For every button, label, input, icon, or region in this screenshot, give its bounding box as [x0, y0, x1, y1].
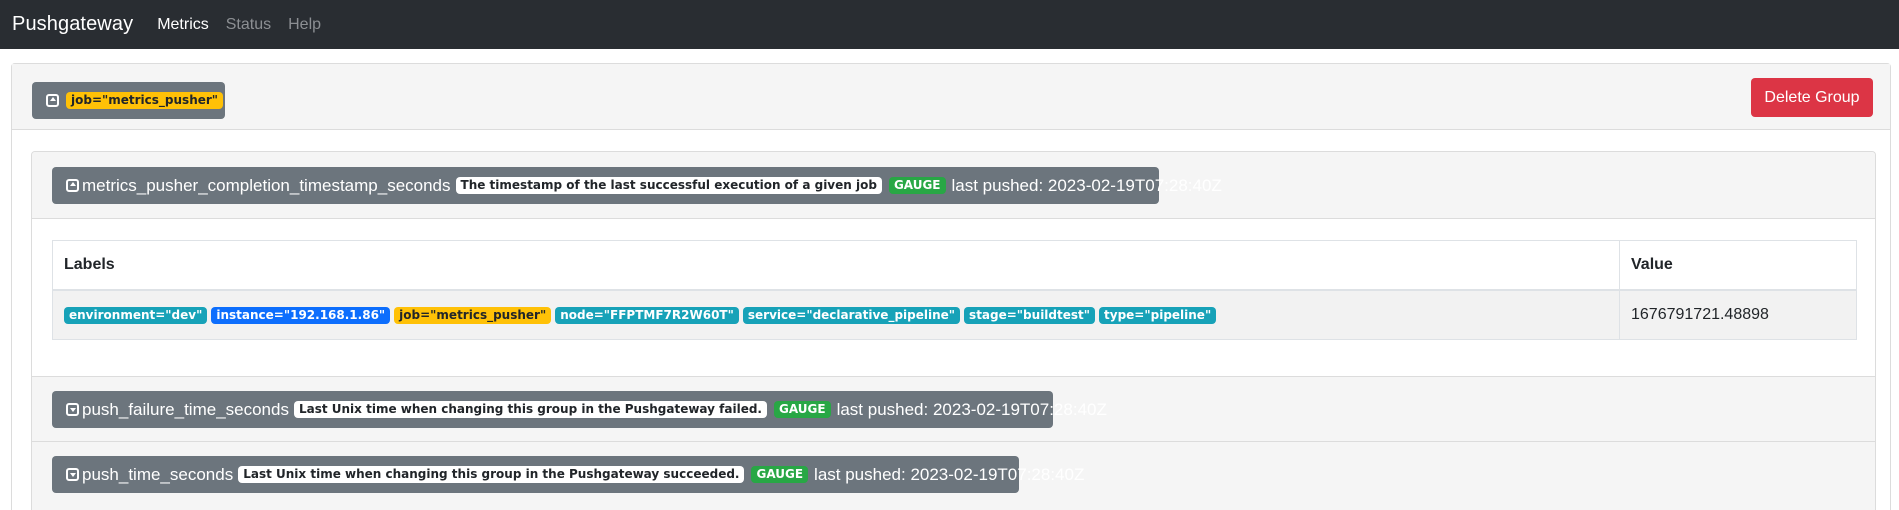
labels-column-header: Labels — [52, 240, 1620, 291]
label-badge-node: node="FFPTMF7R2W60T" — [555, 306, 739, 324]
last-pushed: last pushed: 2023-02-19T07:28:40Z — [951, 175, 1222, 195]
metric-header: push_time_seconds Last Unix time when ch… — [32, 442, 1875, 510]
metric-type-badge: GAUGE — [888, 177, 946, 194]
label-badge-instance: instance="192.168.1.86" — [211, 306, 391, 324]
job-label-badge: job="metrics_pusher" — [66, 92, 224, 109]
last-pushed: last pushed: 2023-02-19T07:28:40Z — [836, 399, 1107, 419]
metric-name: push_time_seconds — [82, 464, 234, 484]
metric-type-badge: GAUGE — [751, 466, 809, 483]
value-cell: 1676791721.48898 — [1619, 289, 1857, 340]
metric-help-badge: The timestamp of the last successful exe… — [455, 177, 882, 194]
nav-status[interactable]: Status — [226, 16, 271, 34]
samples-table: Labels Value environment="dev" instance="… — [52, 240, 1857, 340]
navbar: Pushgateway Metrics Status Help — [0, 0, 1899, 49]
label-badge-job: job="metrics_pusher" — [394, 306, 552, 324]
nav-metrics[interactable]: Metrics — [157, 16, 209, 34]
brand-logo[interactable]: Pushgateway — [12, 13, 133, 36]
metrics-card: metrics_pusher_completion_timestamp_seco… — [31, 151, 1876, 510]
expand-down-icon — [66, 403, 79, 416]
collapse-up-icon — [46, 94, 59, 107]
metric-header: metrics_pusher_completion_timestamp_seco… — [32, 152, 1875, 219]
table-row: environment="dev" instance="192.168.1.86"… — [52, 289, 1857, 340]
label-badge-environment: environment="dev" — [64, 306, 208, 324]
expand-down-icon — [66, 468, 79, 481]
metric-type-badge: GAUGE — [774, 401, 831, 418]
metric-toggle[interactable]: push_failure_time_seconds Last Unix time… — [52, 391, 1107, 428]
label-badge-type: type="pipeline" — [1099, 306, 1217, 324]
label-badge-service: service="declarative_pipeline" — [742, 306, 961, 324]
group-header: job="metrics_pusher" Delete Group — [12, 64, 1890, 130]
metric-header: push_failure_time_seconds Last Unix time… — [32, 376, 1875, 442]
metric-name: metrics_pusher_completion_timestamp_seco… — [82, 175, 451, 195]
labels-cell: environment="dev" instance="192.168.1.86"… — [52, 289, 1620, 340]
value-column-header: Value — [1619, 240, 1857, 291]
group-card: job="metrics_pusher" Delete Group metric… — [11, 63, 1891, 510]
delete-group-button[interactable]: Delete Group — [1751, 78, 1873, 117]
table-header-row: Labels Value — [52, 240, 1857, 291]
metric-help-badge: Last Unix time when changing this group … — [238, 466, 745, 483]
metric-name: push_failure_time_seconds — [82, 399, 289, 419]
last-pushed: last pushed: 2023-02-19T07:28:40Z — [814, 464, 1085, 484]
metric-help-badge: Last Unix time when changing this group … — [293, 401, 767, 418]
collapse-up-icon — [66, 179, 79, 192]
metric-toggle[interactable]: metrics_pusher_completion_timestamp_seco… — [52, 167, 1222, 204]
group-collapse-toggle[interactable]: job="metrics_pusher" — [32, 82, 225, 119]
metric-toggle[interactable]: push_time_seconds Last Unix time when ch… — [52, 456, 1084, 493]
label-badge-stage: stage="buildtest" — [964, 306, 1096, 324]
nav-help[interactable]: Help — [288, 16, 321, 34]
